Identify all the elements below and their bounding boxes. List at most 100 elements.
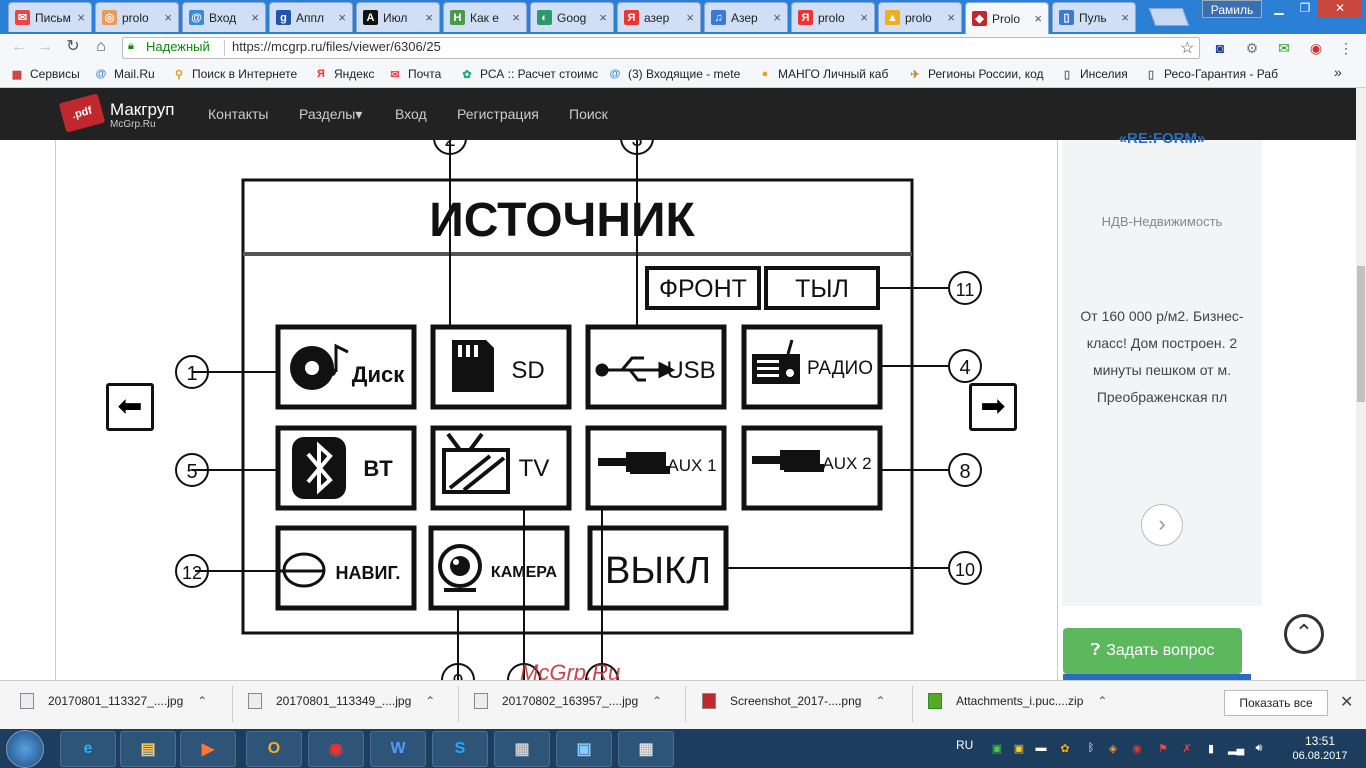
download-item[interactable]: 20170802_163957_....jpg ⌃ <box>474 693 662 709</box>
photo-viewer-icon[interactable]: ▣ <box>556 731 612 767</box>
tray-app-icon[interactable]: ▮ <box>1204 742 1218 756</box>
show-all-downloads-button[interactable]: Показать все <box>1224 690 1328 716</box>
close-window-icon[interactable]: ✕ <box>1318 0 1362 18</box>
prev-page-button[interactable]: ⬅ <box>106 383 154 431</box>
bookmark-item[interactable]: @ Mail.Ru <box>94 67 155 81</box>
download-item[interactable]: 20170801_113349_....jpg ⌃ <box>248 693 435 709</box>
tab-close-icon[interactable]: × <box>251 10 259 25</box>
next-page-button[interactable]: ➡ <box>969 383 1017 431</box>
nav-search[interactable]: Поиск <box>569 106 608 122</box>
tray-app-icon[interactable]: ▬ <box>1034 742 1048 756</box>
tab-close-icon[interactable]: × <box>425 10 433 25</box>
tray-app-icon[interactable]: ⚑ <box>1156 742 1170 756</box>
ad-heading[interactable]: «RE:FORM» <box>1062 130 1262 147</box>
download-item[interactable]: Screenshot_2017-....png ⌃ <box>702 693 886 709</box>
reload-icon[interactable]: ↻ <box>62 37 84 57</box>
tab-close-icon[interactable]: × <box>512 10 520 25</box>
tab-close-icon[interactable]: × <box>599 10 607 25</box>
extension-gear-icon[interactable]: ⚙ <box>1242 38 1262 58</box>
media-app-icon[interactable]: ▦ <box>494 731 550 767</box>
chevron-up-icon[interactable]: ⌃ <box>652 694 662 708</box>
ad-next-button[interactable]: › <box>1141 504 1183 546</box>
chevron-up-icon[interactable]: ⌃ <box>425 694 435 708</box>
bookmark-item[interactable]: ▯ Ресо-Гарантия - Раб <box>1144 67 1278 81</box>
download-item[interactable]: 20170801_113327_....jpg ⌃ <box>20 693 207 709</box>
chevron-up-icon[interactable]: ⌃ <box>197 694 207 708</box>
browser-tab[interactable]: ♫ Азер × <box>704 2 788 32</box>
browser-tab[interactable]: Яазер × <box>617 2 701 32</box>
bookmark-item[interactable]: ▯ Инселия <box>1060 67 1128 81</box>
menu-icon[interactable]: ⋮ <box>1336 38 1356 58</box>
bookmark-item[interactable]: ● МАНГО Личный каб <box>758 67 889 81</box>
browser-tab[interactable]: ▲ prolo × <box>878 2 962 32</box>
nav-register[interactable]: Регистрация <box>457 106 539 122</box>
browser-tab[interactable]: H Как е × <box>443 2 527 32</box>
forward-icon[interactable]: → <box>34 37 56 57</box>
bookmark-item[interactable]: ✿ РСА :: Расчет стоимс <box>460 67 598 81</box>
bookmark-star-icon[interactable]: ☆ <box>1180 38 1194 58</box>
ad-company[interactable]: НДВ-Недвижимость <box>1062 214 1262 229</box>
minimize-icon[interactable]: ▁ <box>1266 0 1292 18</box>
tray-app-icon[interactable]: ◉ <box>1130 742 1144 756</box>
bookmark-item[interactable]: ▦ Сервисы <box>10 67 80 81</box>
language-indicator[interactable]: RU <box>956 738 973 752</box>
extension-icon[interactable]: ◙ <box>1210 38 1230 58</box>
new-tab-button[interactable] <box>1148 8 1190 26</box>
tab-close-icon[interactable]: × <box>1034 11 1042 26</box>
signal-icon[interactable]: ▂▄ <box>1228 742 1244 756</box>
download-item[interactable]: Attachments_i.puc....zip ⌃ <box>928 693 1107 709</box>
chrome-icon[interactable]: ◉ <box>308 731 364 767</box>
tab-close-icon[interactable]: × <box>1121 10 1129 25</box>
back-icon[interactable]: ← <box>8 37 30 57</box>
browser-tab[interactable]: Яprolo × <box>791 2 875 32</box>
browser-tab[interactable]: A Июл × <box>356 2 440 32</box>
maximize-icon[interactable]: ❐ <box>1292 0 1318 18</box>
clock-date[interactable]: 06.08.2017 <box>1286 750 1354 762</box>
volume-icon[interactable]: 🔊︎ <box>1252 742 1266 756</box>
home-icon[interactable]: ⌂ <box>90 37 112 57</box>
tray-app-icon[interactable]: ▣ <box>1012 742 1026 756</box>
url-text[interactable]: https://mcgrp.ru/files/viewer/6306/25 <box>232 39 441 54</box>
tab-close-icon[interactable]: × <box>164 10 172 25</box>
ie-icon[interactable]: e <box>60 731 116 767</box>
tab-close-icon[interactable]: × <box>947 10 955 25</box>
tab-close-icon[interactable]: × <box>77 10 85 25</box>
ask-question-button[interactable]: ❓︎ Задать вопрос <box>1063 628 1242 674</box>
extension-app-icon[interactable]: ◉ <box>1306 38 1326 58</box>
browser-tab[interactable]: ◐ Goog × <box>530 2 614 32</box>
skype-icon[interactable]: S <box>432 731 488 767</box>
tab-close-icon[interactable]: × <box>860 10 868 25</box>
browser-tab[interactable]: ✉ Письм × <box>8 2 92 32</box>
word-icon[interactable]: W <box>370 731 426 767</box>
bluetooth-icon[interactable]: ᛒ <box>1084 742 1098 756</box>
browser-tab[interactable]: ◎ prolo × <box>95 2 179 32</box>
extension-badge-icon[interactable]: ✉ <box>1274 38 1294 58</box>
start-button[interactable] <box>6 730 44 768</box>
nav-contacts[interactable]: Контакты <box>208 106 268 122</box>
nav-login[interactable]: Вход <box>395 106 427 122</box>
browser-tab[interactable]: @ Вход × <box>182 2 266 32</box>
tab-close-icon[interactable]: × <box>686 10 694 25</box>
nav-sections[interactable]: Разделы▾ <box>299 106 362 123</box>
tray-app-icon[interactable]: ✗ <box>1180 742 1194 756</box>
bookmark-item[interactable]: @ (3) Входящие - mete <box>608 67 741 81</box>
tray-app-icon[interactable]: ◈ <box>1106 742 1120 756</box>
outlook-icon[interactable]: O <box>246 731 302 767</box>
browser-tab[interactable]: g Аппл × <box>269 2 353 32</box>
chevron-up-icon[interactable]: ⌃ <box>875 694 885 708</box>
tab-close-icon[interactable]: × <box>773 10 781 25</box>
clock-time[interactable]: 13:51 <box>1290 734 1350 748</box>
profile-button[interactable]: Рамиль <box>1202 0 1262 18</box>
bookmarks-overflow-icon[interactable]: » <box>1334 64 1342 80</box>
bookmark-item[interactable]: ⚲ Поиск в Интернете <box>172 67 297 81</box>
bookmark-item[interactable]: ✉ Почта <box>388 67 441 81</box>
calculator-icon[interactable]: ▦ <box>618 731 674 767</box>
browser-tab[interactable]: ▯ Пуль × <box>1052 2 1136 32</box>
tab-close-icon[interactable]: × <box>338 10 346 25</box>
scrollbar-thumb[interactable] <box>1357 266 1365 402</box>
explorer-icon[interactable]: ▤ <box>120 731 176 767</box>
site-logo-title[interactable]: Макгруп <box>110 100 174 120</box>
scroll-to-top-button[interactable]: ⌃ <box>1284 614 1324 654</box>
bookmark-item[interactable]: ✈ Регионы России, код <box>908 67 1043 81</box>
tray-app-icon[interactable]: ✿ <box>1058 742 1072 756</box>
